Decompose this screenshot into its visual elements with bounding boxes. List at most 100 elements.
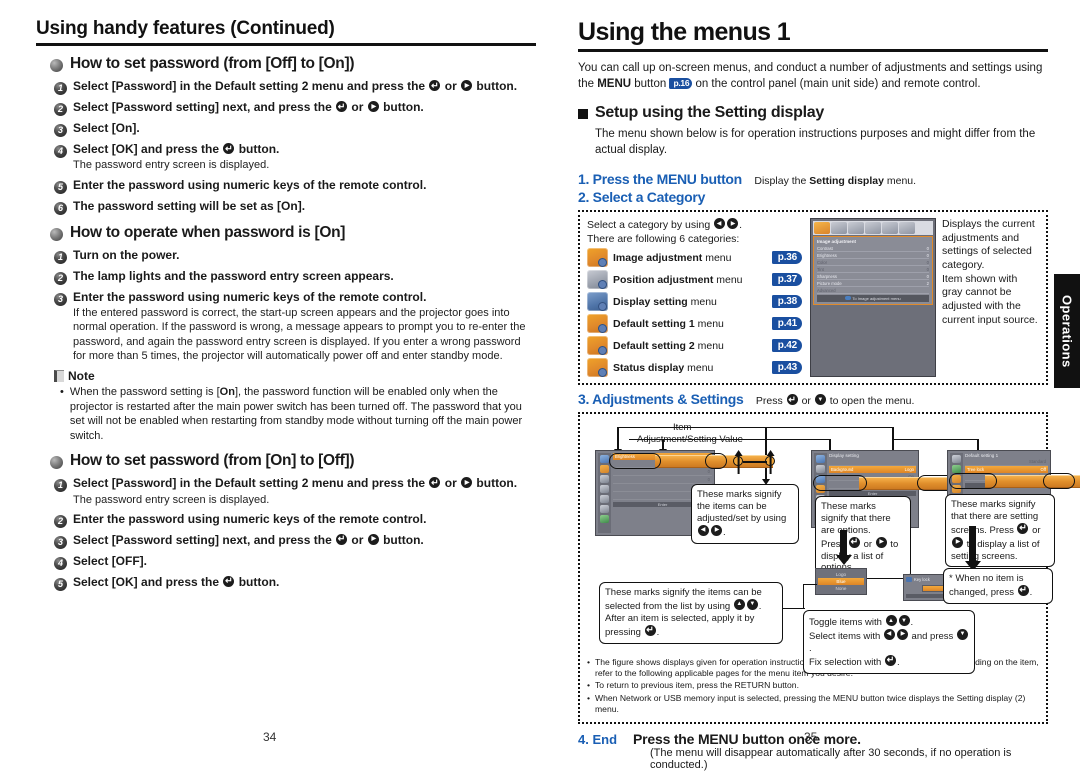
left-key-icon (698, 524, 709, 536)
step-item: 1 Turn on the power. (54, 248, 536, 264)
step-text-block: Enter the password using numeric keys of… (73, 290, 536, 364)
osd-item: Advanced (817, 287, 929, 295)
osd-footer: To Image adjustment menu (817, 295, 929, 303)
step-text: Turn on the power. (73, 247, 180, 262)
section-heading-label: How to set password (from [Off] to [On]) (70, 55, 355, 72)
callout-setting-screens: These marks signify that there are setti… (945, 494, 1055, 568)
step-item: 3 Select [On]. (54, 121, 536, 137)
category-panel: Select a category by using . There are f… (578, 210, 1048, 386)
step-text: Select [Password] in the Default setting… (73, 79, 517, 94)
right-key-icon (711, 524, 722, 536)
step-text-block: Select [Password] in the Default setting… (73, 476, 517, 507)
section-heading-label: How to set password (from [On] to [Off]) (70, 452, 355, 470)
osd-tab-position-adjustment[interactable] (831, 222, 847, 235)
callout-adjust-marks: These marks signify the items can be adj… (691, 484, 799, 544)
step-number-icon: 2 (54, 103, 67, 116)
page-ref-badge[interactable]: p.43 (771, 361, 802, 375)
up-key-icon (885, 615, 897, 627)
left-key-icon (883, 628, 895, 640)
page-ref-badge[interactable]: p.42 (771, 339, 802, 353)
dropdown-item-selected[interactable]: Blue (818, 578, 864, 586)
step-number-icon: 4 (54, 556, 67, 570)
step-number-icon: 3 (54, 124, 67, 137)
enter-key-icon (429, 477, 441, 489)
page-ref-badge: p.16 (669, 77, 693, 89)
category-row-default-setting-2[interactable]: Default setting 2 menu p.42 (587, 336, 802, 356)
step-item: 3 Enter the password using numeric keys … (54, 290, 536, 364)
arrow-up-icon (738, 456, 740, 475)
category-area: Select a category by using . There are f… (587, 218, 1039, 378)
bullet-sphere-icon (50, 456, 63, 470)
osd-item: Brightness 0 (817, 252, 929, 260)
down-key-icon (814, 394, 826, 406)
step-item: 2 Select [Password setting] next, and pr… (54, 100, 536, 116)
step-number-icon: 5 (54, 577, 67, 591)
folio-right: 35 (804, 730, 818, 744)
callout-text: * When no item is changed, press (949, 573, 1024, 598)
step-number-icon: 2 (54, 271, 67, 285)
square-bullet-icon (578, 109, 588, 120)
adjustments-figure-panel: Item Adjustment/Setting Value (578, 412, 1080, 724)
step4-heading: Press the MENU button once more. (633, 730, 861, 747)
step-text: Enter the password using numeric keys of… (73, 289, 427, 304)
category-row-position-adjustment[interactable]: Position adjustment menu p.37 (587, 270, 802, 290)
osd-row-selected[interactable]: Background Logo (829, 466, 916, 474)
osd-tab-default-setting-2[interactable] (882, 222, 898, 235)
callout-ring-item (813, 475, 867, 492)
adjustments-figure: Item Adjustment/Setting Value (587, 422, 1080, 674)
default-setting-2-icon (587, 336, 608, 356)
bullet-sphere-icon (50, 59, 63, 72)
fine-print-item: • To return to previous item, press the … (587, 680, 1039, 691)
arrow-down-icon (617, 427, 619, 450)
section-heading-set-password-on-off: How to set password (from [On] to [Off]) (50, 452, 536, 470)
side-tab-operations[interactable]: Operations (1054, 274, 1080, 388)
category-name: Display setting menu (613, 295, 717, 308)
step-item: 1 Select [Password] in the Default setti… (54, 476, 536, 507)
page-ref-badge[interactable]: p.38 (771, 295, 802, 309)
category-row-display-setting[interactable]: Display setting menu p.38 (587, 292, 802, 312)
note-flag-icon (54, 370, 64, 383)
category-row-default-setting-1[interactable]: Default setting 1 menu p.41 (587, 314, 802, 334)
callout-no-item-changed: * When no item is changed, press . (943, 568, 1053, 604)
osd-row-selected[interactable]: Tree lock Off (965, 466, 1048, 474)
category-row-status-display[interactable]: Status display menu p.43 (587, 358, 802, 378)
step-text: Select [On]. (73, 121, 140, 135)
osd-tab-image-adjustment[interactable] (814, 222, 830, 235)
page-ref-badge[interactable]: p.37 (771, 273, 802, 287)
fine-print-item: • When Network or USB memory input is se… (587, 693, 1039, 715)
category-instruction-text: Select a category by using (587, 219, 714, 232)
osd-tab-strip (813, 221, 933, 236)
enter-key-icon (884, 654, 896, 666)
right-key-icon (875, 536, 887, 548)
down-key-icon (898, 615, 910, 627)
category-description: Displays the current adjustments and set… (942, 218, 1038, 326)
category-instruction-1: Select a category by using . (587, 218, 802, 231)
osd-item: Tint 0 (817, 266, 929, 274)
category-name: Status display menu (613, 361, 714, 374)
page-ref-badge[interactable]: p.41 (771, 317, 802, 331)
page-ref-badge[interactable]: p.36 (771, 251, 802, 265)
image-adjustment-icon (587, 248, 608, 268)
options-dropdown[interactable]: Logo Blue None (815, 568, 867, 596)
osd-tab-status-display[interactable] (899, 222, 915, 235)
step-number-icon: 1 (54, 479, 67, 493)
step-item: 5 Select [OK] and press the button. (54, 575, 536, 591)
note-box: Note • When the password setting is [On]… (54, 369, 536, 443)
callout-ring-value (705, 453, 727, 470)
dropdown-item[interactable]: None (818, 585, 864, 592)
step3-note: Press or to open the menu. (756, 394, 914, 407)
bullet-sphere-icon (50, 227, 63, 241)
category-row-image-adjustment[interactable]: Image adjustment menu p.36 (587, 248, 802, 268)
fine-print-text: To return to previous item, press the RE… (595, 680, 799, 691)
callout-ring-setting (1043, 473, 1075, 490)
step-number-icon: 1 (54, 250, 67, 264)
right-key-icon (952, 536, 963, 548)
osd-tab-default-setting-1[interactable] (865, 222, 881, 235)
osd-tab-display-setting[interactable] (848, 222, 864, 235)
step1-label: 1. Press the MENU button (578, 171, 742, 188)
enter-key-icon (1017, 584, 1029, 596)
leader-line (892, 439, 977, 441)
right-key-icon (461, 477, 473, 489)
dropdown-item[interactable]: Logo (818, 571, 864, 578)
step1-note: Display the Setting display menu. (754, 175, 917, 188)
